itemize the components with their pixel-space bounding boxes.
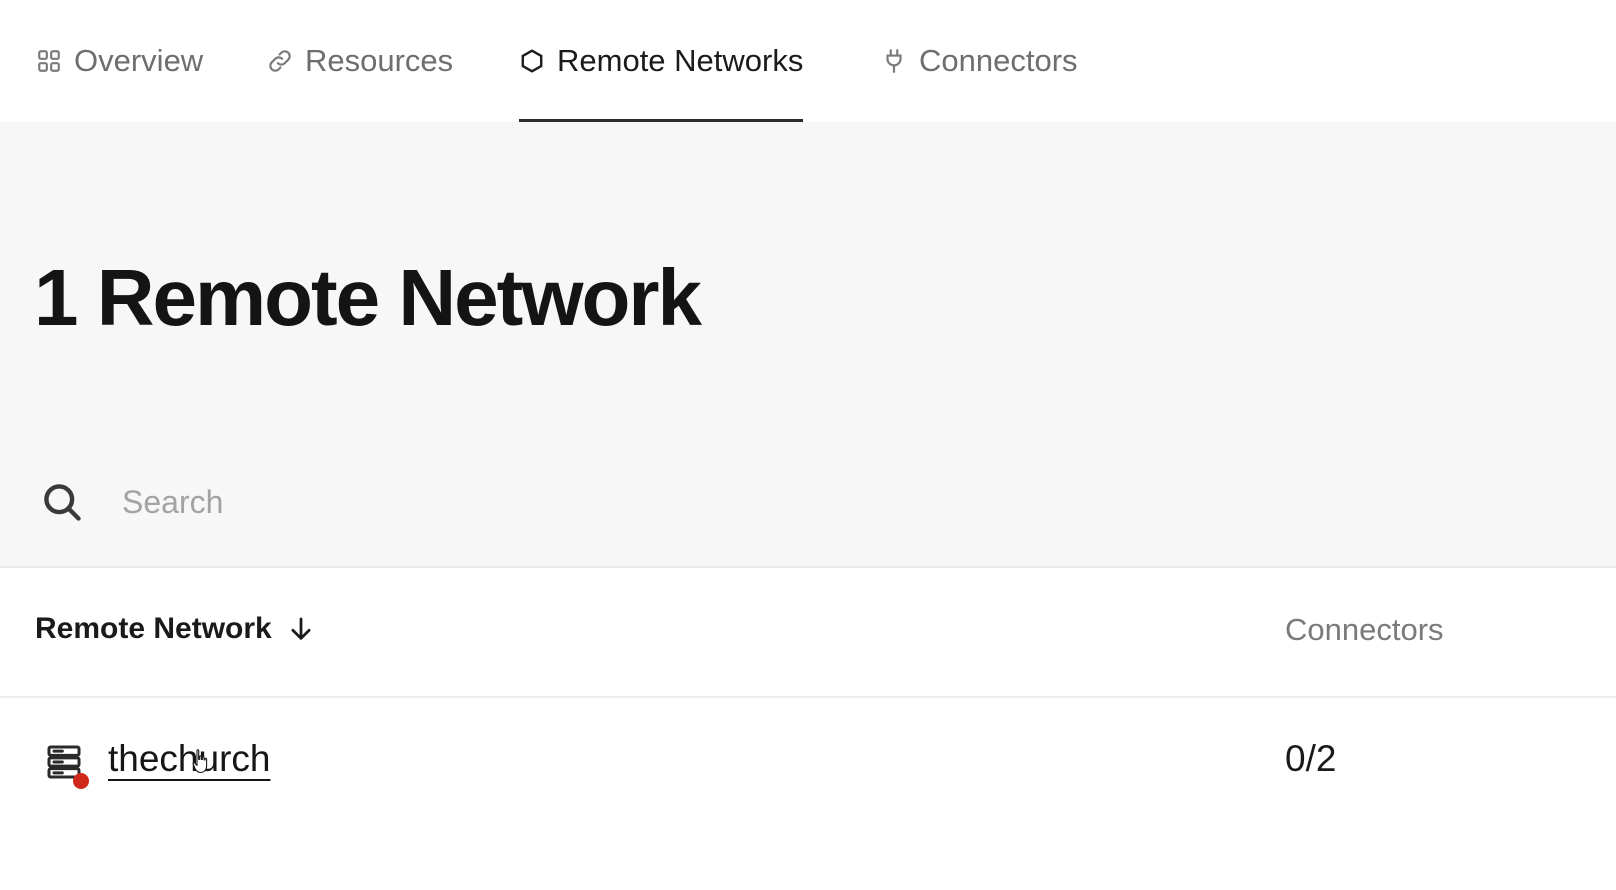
plug-icon	[881, 48, 907, 74]
tab-label: Resources	[305, 43, 454, 78]
tab-resources[interactable]: Resources	[267, 0, 453, 122]
search-input[interactable]	[120, 482, 684, 522]
page-header: 1 Remote Network	[0, 122, 1616, 568]
search-bar	[40, 472, 740, 532]
grid-icon	[36, 48, 62, 74]
tab-connectors[interactable]: Connectors	[881, 0, 1078, 122]
remote-network-link[interactable]: thechurch	[108, 738, 271, 780]
page-title: 1 Remote Network	[34, 253, 702, 342]
tab-overview[interactable]: Overview	[36, 0, 203, 122]
table-header: Remote Network Connectors	[0, 568, 1616, 698]
server-icon	[44, 742, 92, 790]
tab-bar: Overview Resources Remote Networks Conne…	[0, 0, 1616, 122]
page: Overview Resources Remote Networks Conne…	[0, 0, 1616, 890]
table-row[interactable]: thechurch 0/2	[0, 698, 1616, 828]
tab-label: Remote Networks	[557, 43, 804, 78]
hexagon-icon	[519, 48, 545, 74]
tab-label: Overview	[74, 43, 204, 78]
column-header-label: Remote Network	[35, 612, 272, 645]
column-header-connectors[interactable]: Connectors	[1285, 612, 1444, 648]
tab-remote-networks[interactable]: Remote Networks	[519, 0, 804, 122]
search-icon	[44, 484, 81, 521]
column-header-remote-network[interactable]: Remote Network	[35, 612, 316, 646]
connectors-count: 0/2	[1285, 738, 1337, 779]
status-dot	[73, 773, 89, 789]
link-icon	[267, 48, 293, 74]
tab-label: Connectors	[919, 43, 1078, 78]
arrow-down-icon	[291, 617, 311, 640]
